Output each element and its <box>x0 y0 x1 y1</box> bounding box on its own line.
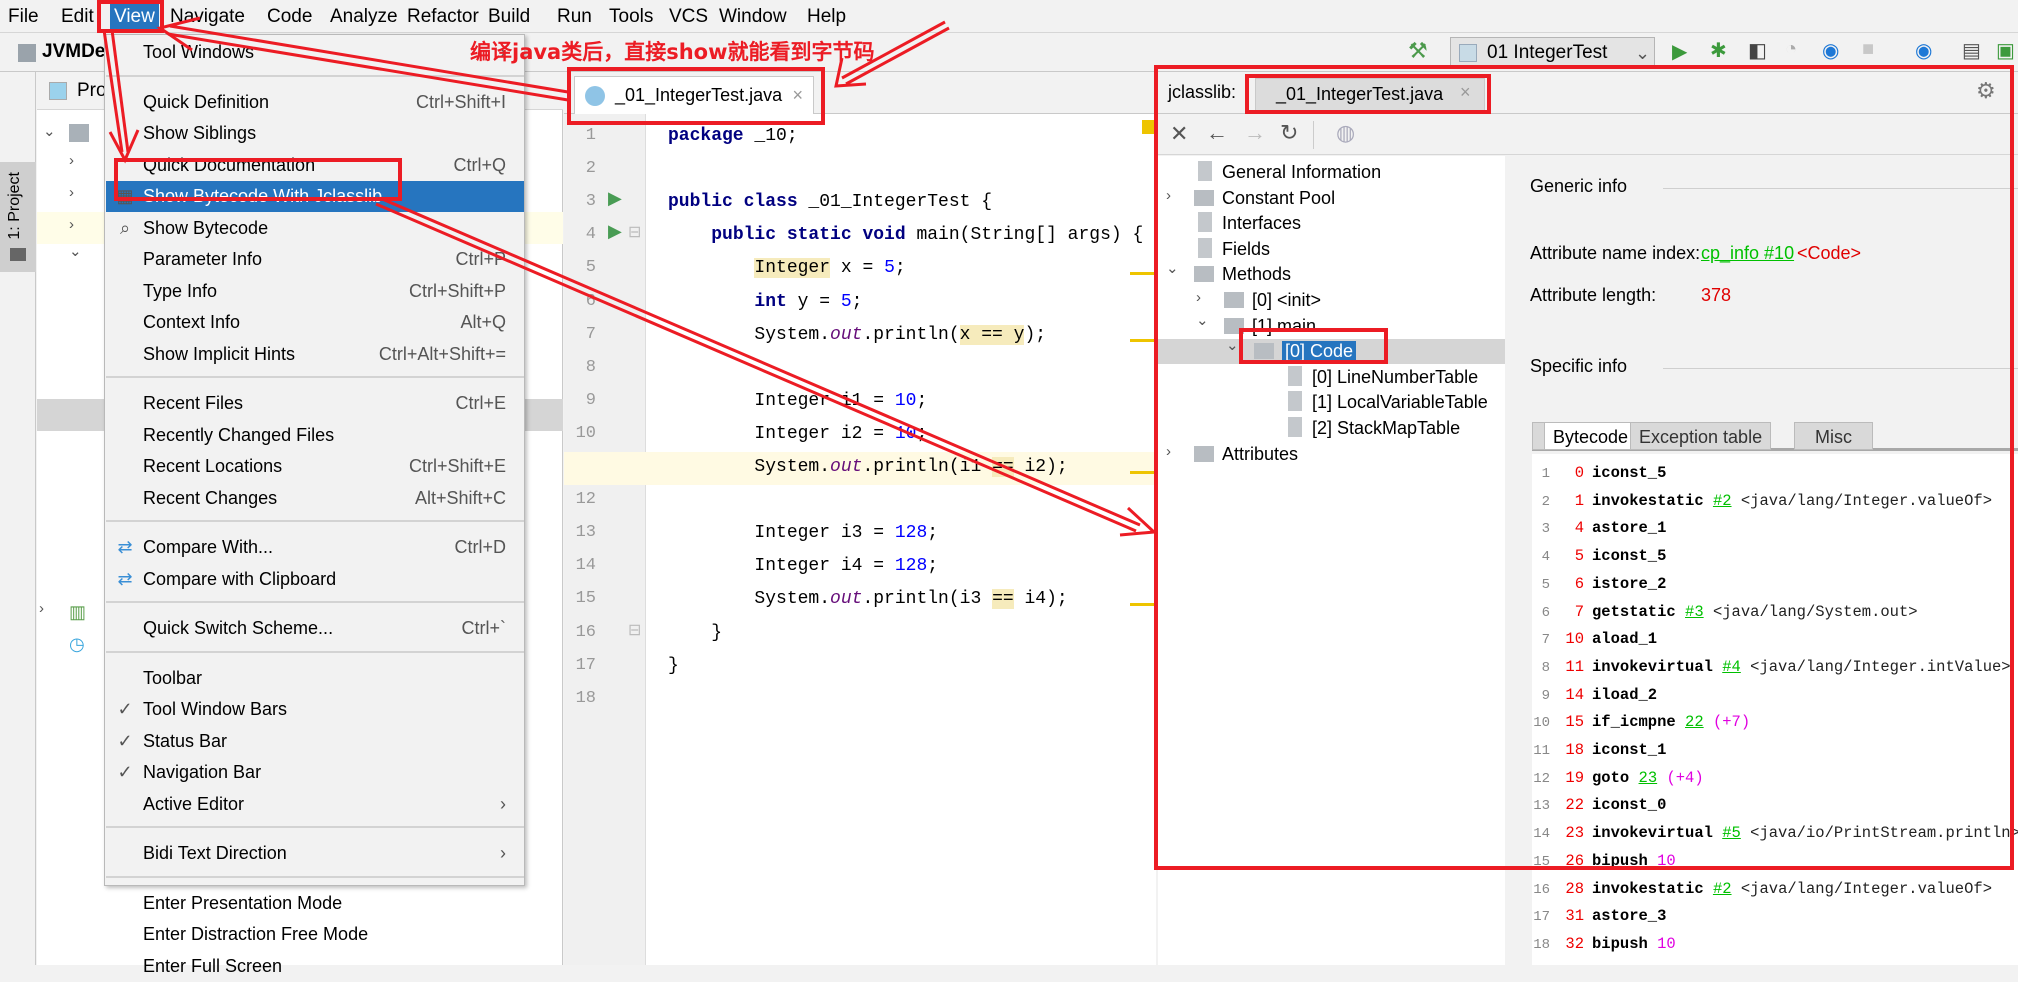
arrow-item-to-panel <box>375 196 1158 537</box>
arrow-view-to-item <box>102 29 140 164</box>
arrow-text-to-tab <box>834 20 950 88</box>
arrow-tab-to-view <box>156 16 569 102</box>
annotation-arrows <box>102 16 1158 537</box>
